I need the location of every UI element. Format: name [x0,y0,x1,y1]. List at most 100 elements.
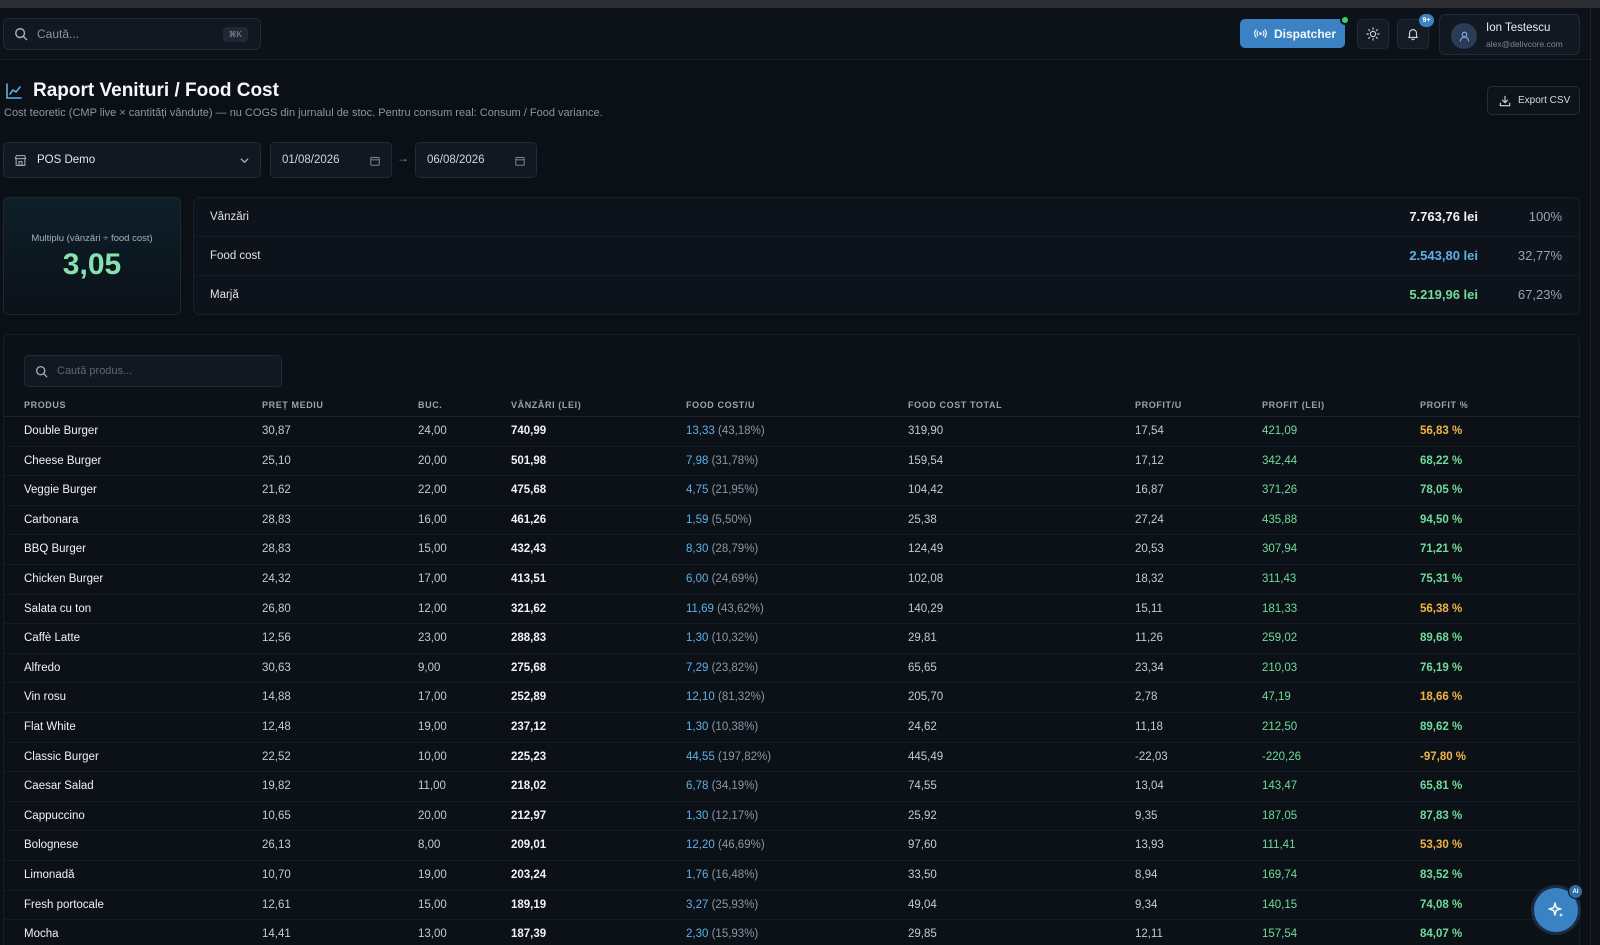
profit-percent: 74,08 % [1420,898,1463,911]
food-cost-total: 29,81 [908,632,937,645]
table-row[interactable]: Double Burger 30,87 24,00 740,99 13,33 (43,1… [4,417,1579,447]
search-placeholder: Caută... [37,27,80,41]
online-status-dot [1340,15,1350,25]
food-cost-unit-percent: (24,69%) [711,572,759,585]
table-row[interactable]: Chicken Burger 24,32 17,00 413,51 6,00 (24,6… [4,565,1579,595]
food-cost-unit-percent: (5,50%) [711,513,752,526]
food-cost-unit-percent: (15,93%) [711,928,759,941]
ai-assistant-button[interactable]: AI [1534,884,1583,932]
summary-percent: 67,23% [1517,287,1562,302]
quantity: 19,00 [418,868,447,881]
column-header-sales[interactable]: VÂNZĂRI (LEI) [511,400,581,410]
profit-percent: 56,83 % [1420,425,1463,437]
column-header-avg-price[interactable]: PREȚ MEDIU [262,400,324,410]
table-row[interactable]: Caffè Latte 12,56 23,00 288,83 1,30 (10,32%)… [4,624,1579,654]
global-search[interactable]: Caută... ⌘K [3,18,261,50]
table-row[interactable]: Classic Burger 22,52 10,00 225,23 44,55 (197… [4,743,1579,773]
location-select[interactable]: POS Demo [3,142,261,178]
profit-unit: 16,87 [1135,484,1164,497]
date-from-input[interactable]: 01/08/2026 [270,142,392,178]
notifications-button[interactable]: 9+ [1397,14,1434,49]
table-row[interactable]: Alfredo 30,63 9,00 275,68 7,29 (23,82%) 65,65… [4,654,1579,684]
avg-price: 26,80 [262,602,291,615]
table-row[interactable]: Bolognese 26,13 8,00 209,01 12,20 (46,69%) 97… [4,831,1579,861]
sales-value: 461,26 [511,513,547,526]
table-row[interactable]: Vin rosu 14,88 17,00 252,89 12,10 (81,32%) 20… [4,683,1579,713]
date-to-input[interactable]: 06/08/2026 [415,142,537,178]
profit-unit: 15,11 [1135,602,1163,615]
table-row[interactable]: Fresh portocale 12,61 15,00 189,19 3,27 (25,… [4,891,1579,921]
user-name: Ion Testescu [1486,22,1551,34]
profit-value: 307,94 [1262,543,1298,556]
table-row[interactable]: Limonadă 10,70 19,00 203,24 1,76 (16,48%) 33,… [4,861,1579,891]
export-csv-button[interactable]: Export CSV [1487,86,1580,115]
bell-icon [1408,29,1418,41]
food-cost-unit-percent: (25,93%) [711,898,759,911]
food-cost-unit: 1,30 (12,17%) [686,810,758,822]
table-row[interactable]: Carbonara 28,83 16,00 461,26 1,59 (5,50%) 25,… [4,506,1579,536]
table-row[interactable]: Salata cu ton 26,80 12,00 321,62 11,69 (43,6… [4,595,1579,625]
product-name: Mocha [24,928,59,941]
food-cost-unit-percent: (43,62%) [717,602,764,615]
table-row[interactable]: BBQ Burger 28,83 15,00 432,43 8,30 (28,79%) 1… [4,535,1579,565]
table-row[interactable]: Mocha 14,41 13,00 187,39 2,30 (15,93%) 29,85 1… [4,920,1579,945]
theme-toggle-button[interactable] [1357,19,1389,49]
column-header-food-cost-total[interactable]: FOOD COST TOTAL [908,400,1002,410]
food-cost-total: 102,08 [908,572,944,585]
product-name: Double Burger [24,425,99,437]
avatar [1451,23,1477,49]
food-cost-unit-value: 1,30 [686,720,709,733]
avg-price: 10,65 [262,809,291,822]
product-name: Limonadă [24,868,75,881]
profit-percent: 87,83 % [1420,809,1463,822]
product-name: Veggie Burger [24,484,97,497]
column-header-quantity[interactable]: BUC. [418,400,442,410]
table-row[interactable]: Caesar Salad 19,82 11,00 218,02 6,78 (34,19%… [4,772,1579,802]
store-icon [14,154,27,166]
sales-value: 225,23 [511,750,547,763]
table-row[interactable]: Cappuccino 10,65 20,00 212,97 1,30 (12,17%) 2… [4,802,1579,832]
product-search-input[interactable]: Caută produs... [24,355,282,387]
food-cost-total: 97,60 [908,839,937,852]
table-row[interactable]: Cheese Burger 25,10 20,00 501,98 7,98 (31,78… [4,447,1579,477]
calendar-icon[interactable] [515,156,525,166]
food-cost-unit-percent: (197,82%) [717,750,772,763]
calendar-icon[interactable] [370,156,380,166]
avg-price: 12,56 [262,632,291,645]
profit-percent: 89,68 % [1420,632,1463,645]
sales-value: 218,02 [511,780,547,793]
product-name: Cheese Burger [24,454,102,467]
column-header-product[interactable]: PRODUS [24,400,66,410]
food-cost-unit-value: 1,59 [686,513,709,526]
table-row[interactable]: Veggie Burger 21,62 22,00 475,68 4,75 (21,95… [4,476,1579,506]
column-header-food-cost-unit[interactable]: FOOD COST/U [686,400,755,410]
profit-value: 371,26 [1262,484,1298,497]
food-cost-unit-value: 6,00 [686,572,709,585]
table-row[interactable]: Flat White 12,48 19,00 237,12 1,30 (10,38%) 2… [4,713,1579,743]
food-cost-total: 124,49 [908,543,944,556]
profit-unit: 13,93 [1135,839,1164,852]
column-header-profit-unit[interactable]: PROFIT/U [1135,400,1182,410]
food-cost-unit: 4,75 (21,95%) [686,484,758,496]
profit-percent: 84,07 % [1420,928,1463,941]
profit-unit: 17,54 [1135,425,1164,437]
profit-percent: 89,62 % [1420,720,1463,733]
quantity: 15,00 [418,898,447,911]
column-header-profit-percent[interactable]: PROFIT % [1420,400,1468,410]
search-icon [15,28,28,41]
download-icon [1499,95,1511,106]
quantity: 20,00 [418,809,447,822]
food-cost-unit: 6,78 (34,19%) [686,780,758,792]
profit-unit: 18,32 [1135,572,1164,585]
profit-value: 210,03 [1262,661,1298,674]
dispatcher-button[interactable]: Dispatcher [1240,15,1350,48]
food-cost-unit-percent: (21,95%) [711,484,759,497]
food-cost-total: 140,29 [908,602,944,615]
user-menu[interactable]: Ion Testescu alex@delivcore.com [1439,14,1580,55]
food-cost-total: 319,90 [908,425,944,437]
app-header: Caută... ⌘K Dispatcher 9+ Ion Testescu a… [0,8,1590,60]
profit-value: 111,41 [1262,839,1296,852]
search-icon [35,365,48,377]
profit-unit: 13,04 [1135,780,1164,793]
column-header-profit[interactable]: PROFIT (LEI) [1262,400,1325,410]
